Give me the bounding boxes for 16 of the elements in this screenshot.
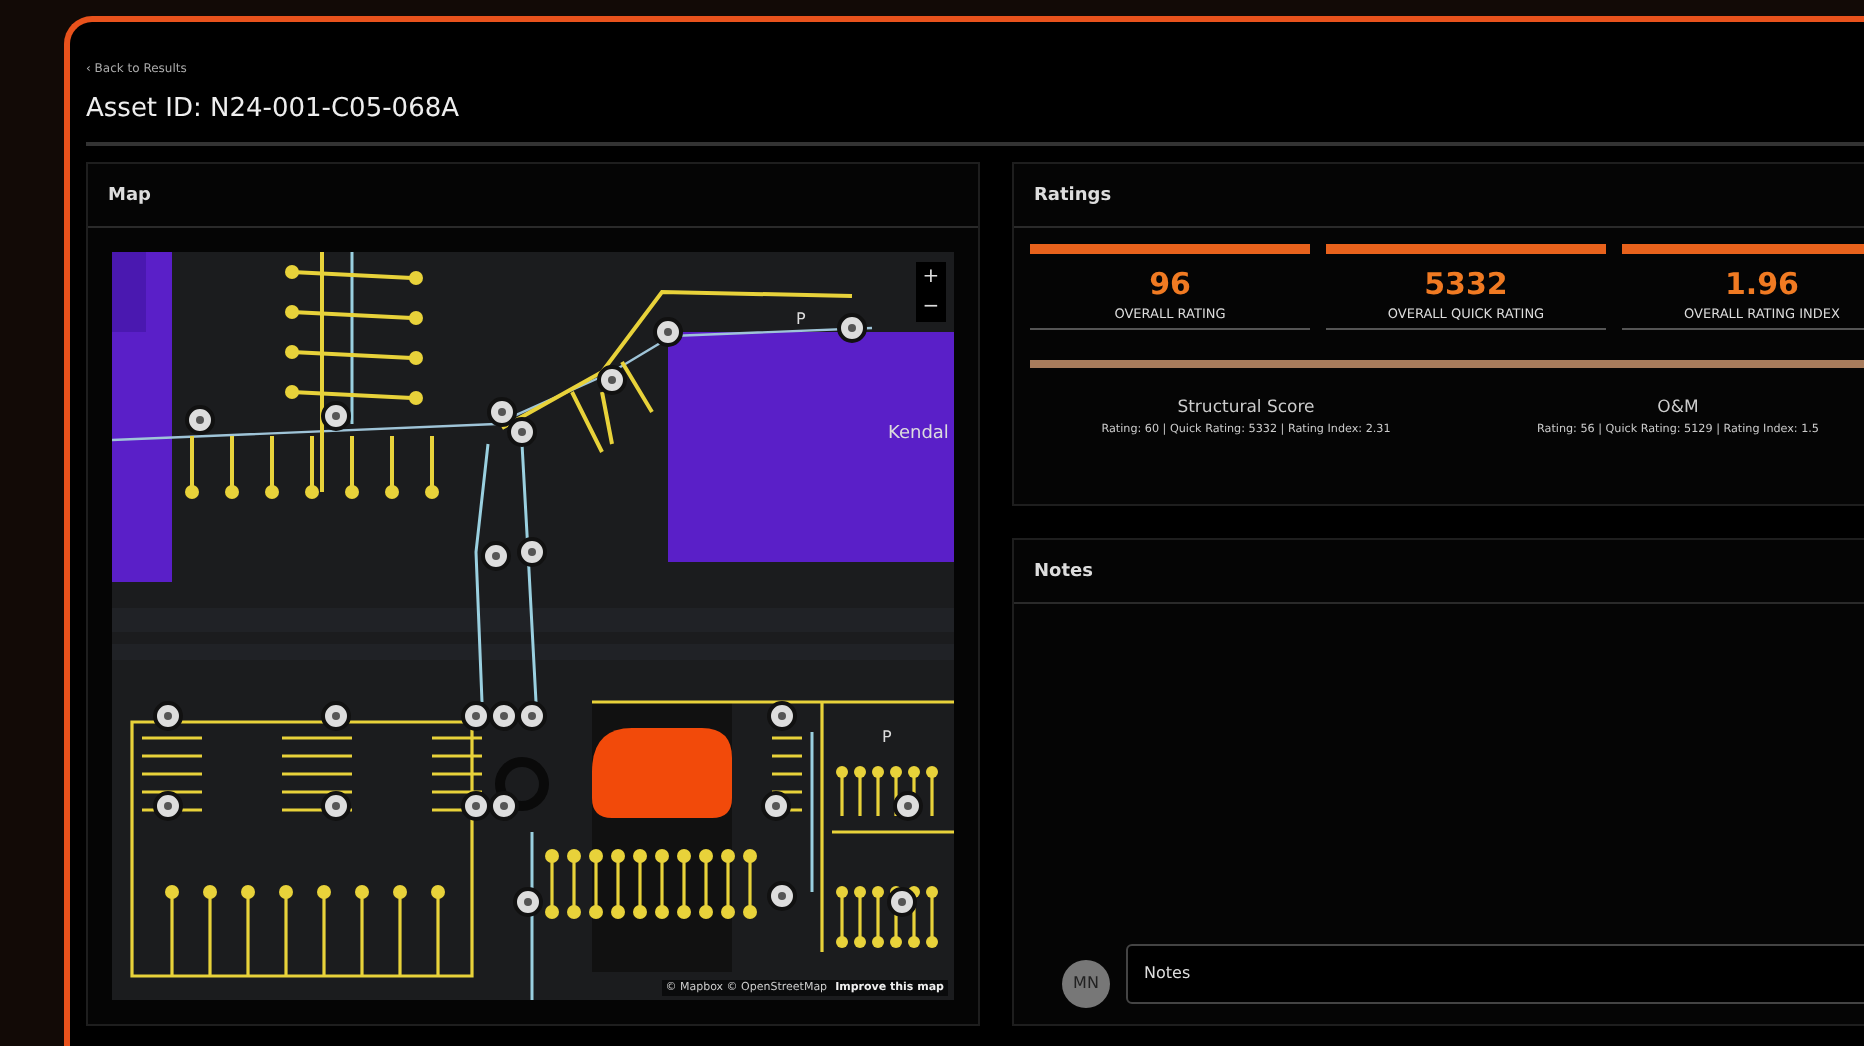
zoom-in-button[interactable]: + <box>916 262 946 292</box>
map-label: P <box>882 728 892 746</box>
page-title: Asset ID: N24-001-C05-068A <box>86 92 462 128</box>
zoom-out-button[interactable]: − <box>916 292 946 322</box>
map-label: P <box>796 310 806 328</box>
panel-title: Notes <box>1014 539 1864 604</box>
notes-input-field[interactable]: Notes <box>1126 943 1864 1003</box>
panel-title: Map <box>88 163 978 228</box>
rating-value: 5332 <box>1422 266 1510 305</box>
panel-title: Ratings <box>1014 163 1864 228</box>
user-avatar: MN <box>1062 959 1110 1007</box>
score-name: O&M <box>1655 396 1701 422</box>
score-name: Structural Score <box>1175 396 1317 422</box>
rating-value: 96 <box>1147 266 1193 305</box>
map-label: Kendal <box>888 424 949 444</box>
rating-value: 1.96 <box>1722 266 1801 305</box>
